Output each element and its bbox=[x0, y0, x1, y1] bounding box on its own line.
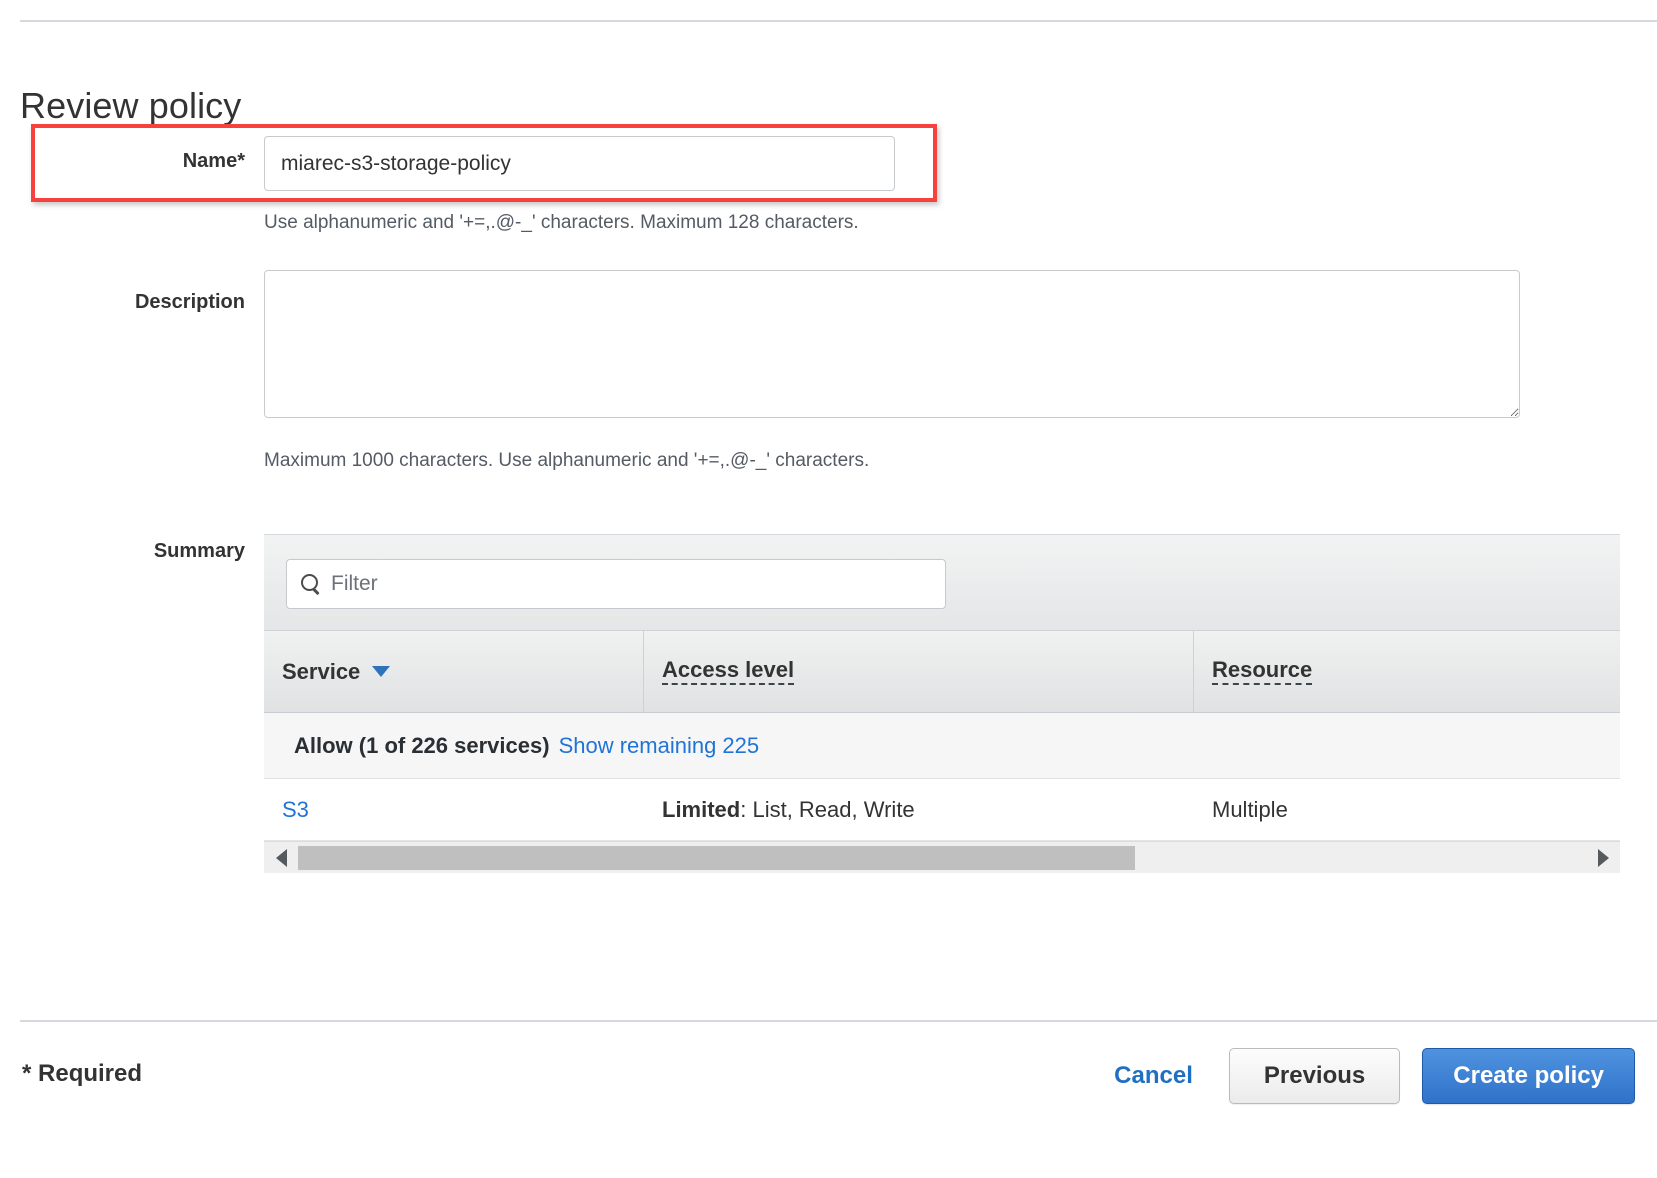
allow-group-text: Allow (1 of 226 services) bbox=[294, 732, 550, 758]
description-help-text: Maximum 1000 characters. Use alphanumeri… bbox=[264, 450, 870, 471]
scrollbar-track[interactable] bbox=[298, 844, 1586, 871]
show-remaining-link[interactable]: Show remaining 225 bbox=[559, 733, 760, 759]
required-note: * Required bbox=[22, 1060, 143, 1087]
policy-description-textarea[interactable] bbox=[264, 270, 1520, 418]
service-link-s3[interactable]: S3 bbox=[282, 797, 309, 822]
review-policy-page: Review policy Name* Use alphanumeric and… bbox=[0, 0, 1657, 1178]
table-row: S3 Limited: List, Read, Write Multiple bbox=[264, 779, 1620, 841]
search-icon bbox=[301, 574, 321, 594]
top-divider bbox=[20, 20, 1657, 22]
column-header-service[interactable]: Service bbox=[264, 631, 644, 712]
cell-resource: Multiple bbox=[1212, 796, 1288, 822]
page-title: Review policy bbox=[20, 85, 242, 127]
summary-panel: Filter Service Access level Resource All… bbox=[264, 534, 1620, 878]
chevron-right-icon bbox=[1597, 848, 1609, 867]
chevron-down-icon bbox=[372, 666, 391, 677]
column-header-service-label: Service bbox=[282, 658, 361, 684]
cell-access-level: Limited: List, Read, Write bbox=[644, 797, 1194, 823]
chevron-left-icon bbox=[275, 848, 287, 867]
column-header-resource-label: Resource bbox=[1212, 658, 1313, 686]
access-level-prefix: Limited bbox=[662, 796, 741, 822]
create-policy-button[interactable]: Create policy bbox=[1422, 1048, 1635, 1104]
footer-divider bbox=[20, 1020, 1657, 1022]
summary-label: Summary bbox=[153, 540, 245, 562]
scrollbar-thumb[interactable] bbox=[298, 845, 1136, 870]
access-level-value: : List, Read, Write bbox=[740, 796, 915, 822]
allow-group-row: Allow (1 of 226 services) Show remaining… bbox=[264, 713, 1620, 779]
filter-placeholder: Filter bbox=[331, 572, 378, 595]
summary-table-header: Service Access level Resource bbox=[264, 631, 1620, 713]
description-label: Description bbox=[134, 291, 245, 313]
cancel-button[interactable]: Cancel bbox=[1100, 1052, 1207, 1100]
scroll-right-button[interactable] bbox=[1586, 842, 1620, 874]
summary-filter-bar: Filter bbox=[264, 535, 1620, 631]
policy-name-input[interactable] bbox=[264, 136, 895, 191]
footer-actions: Cancel Previous Create policy bbox=[1100, 1048, 1635, 1104]
name-help-text: Use alphanumeric and '+=,.@-_' character… bbox=[264, 212, 859, 233]
name-label: Name* bbox=[182, 150, 245, 172]
scroll-left-button[interactable] bbox=[264, 842, 298, 874]
previous-button[interactable]: Previous bbox=[1228, 1048, 1401, 1104]
cell-service: S3 bbox=[264, 797, 644, 823]
column-header-access-level-label: Access level bbox=[662, 658, 795, 686]
column-header-access-level[interactable]: Access level bbox=[644, 631, 1194, 712]
horizontal-scrollbar[interactable] bbox=[264, 841, 1620, 873]
column-header-resource[interactable]: Resource bbox=[1194, 631, 1620, 712]
filter-input[interactable]: Filter bbox=[286, 559, 946, 609]
